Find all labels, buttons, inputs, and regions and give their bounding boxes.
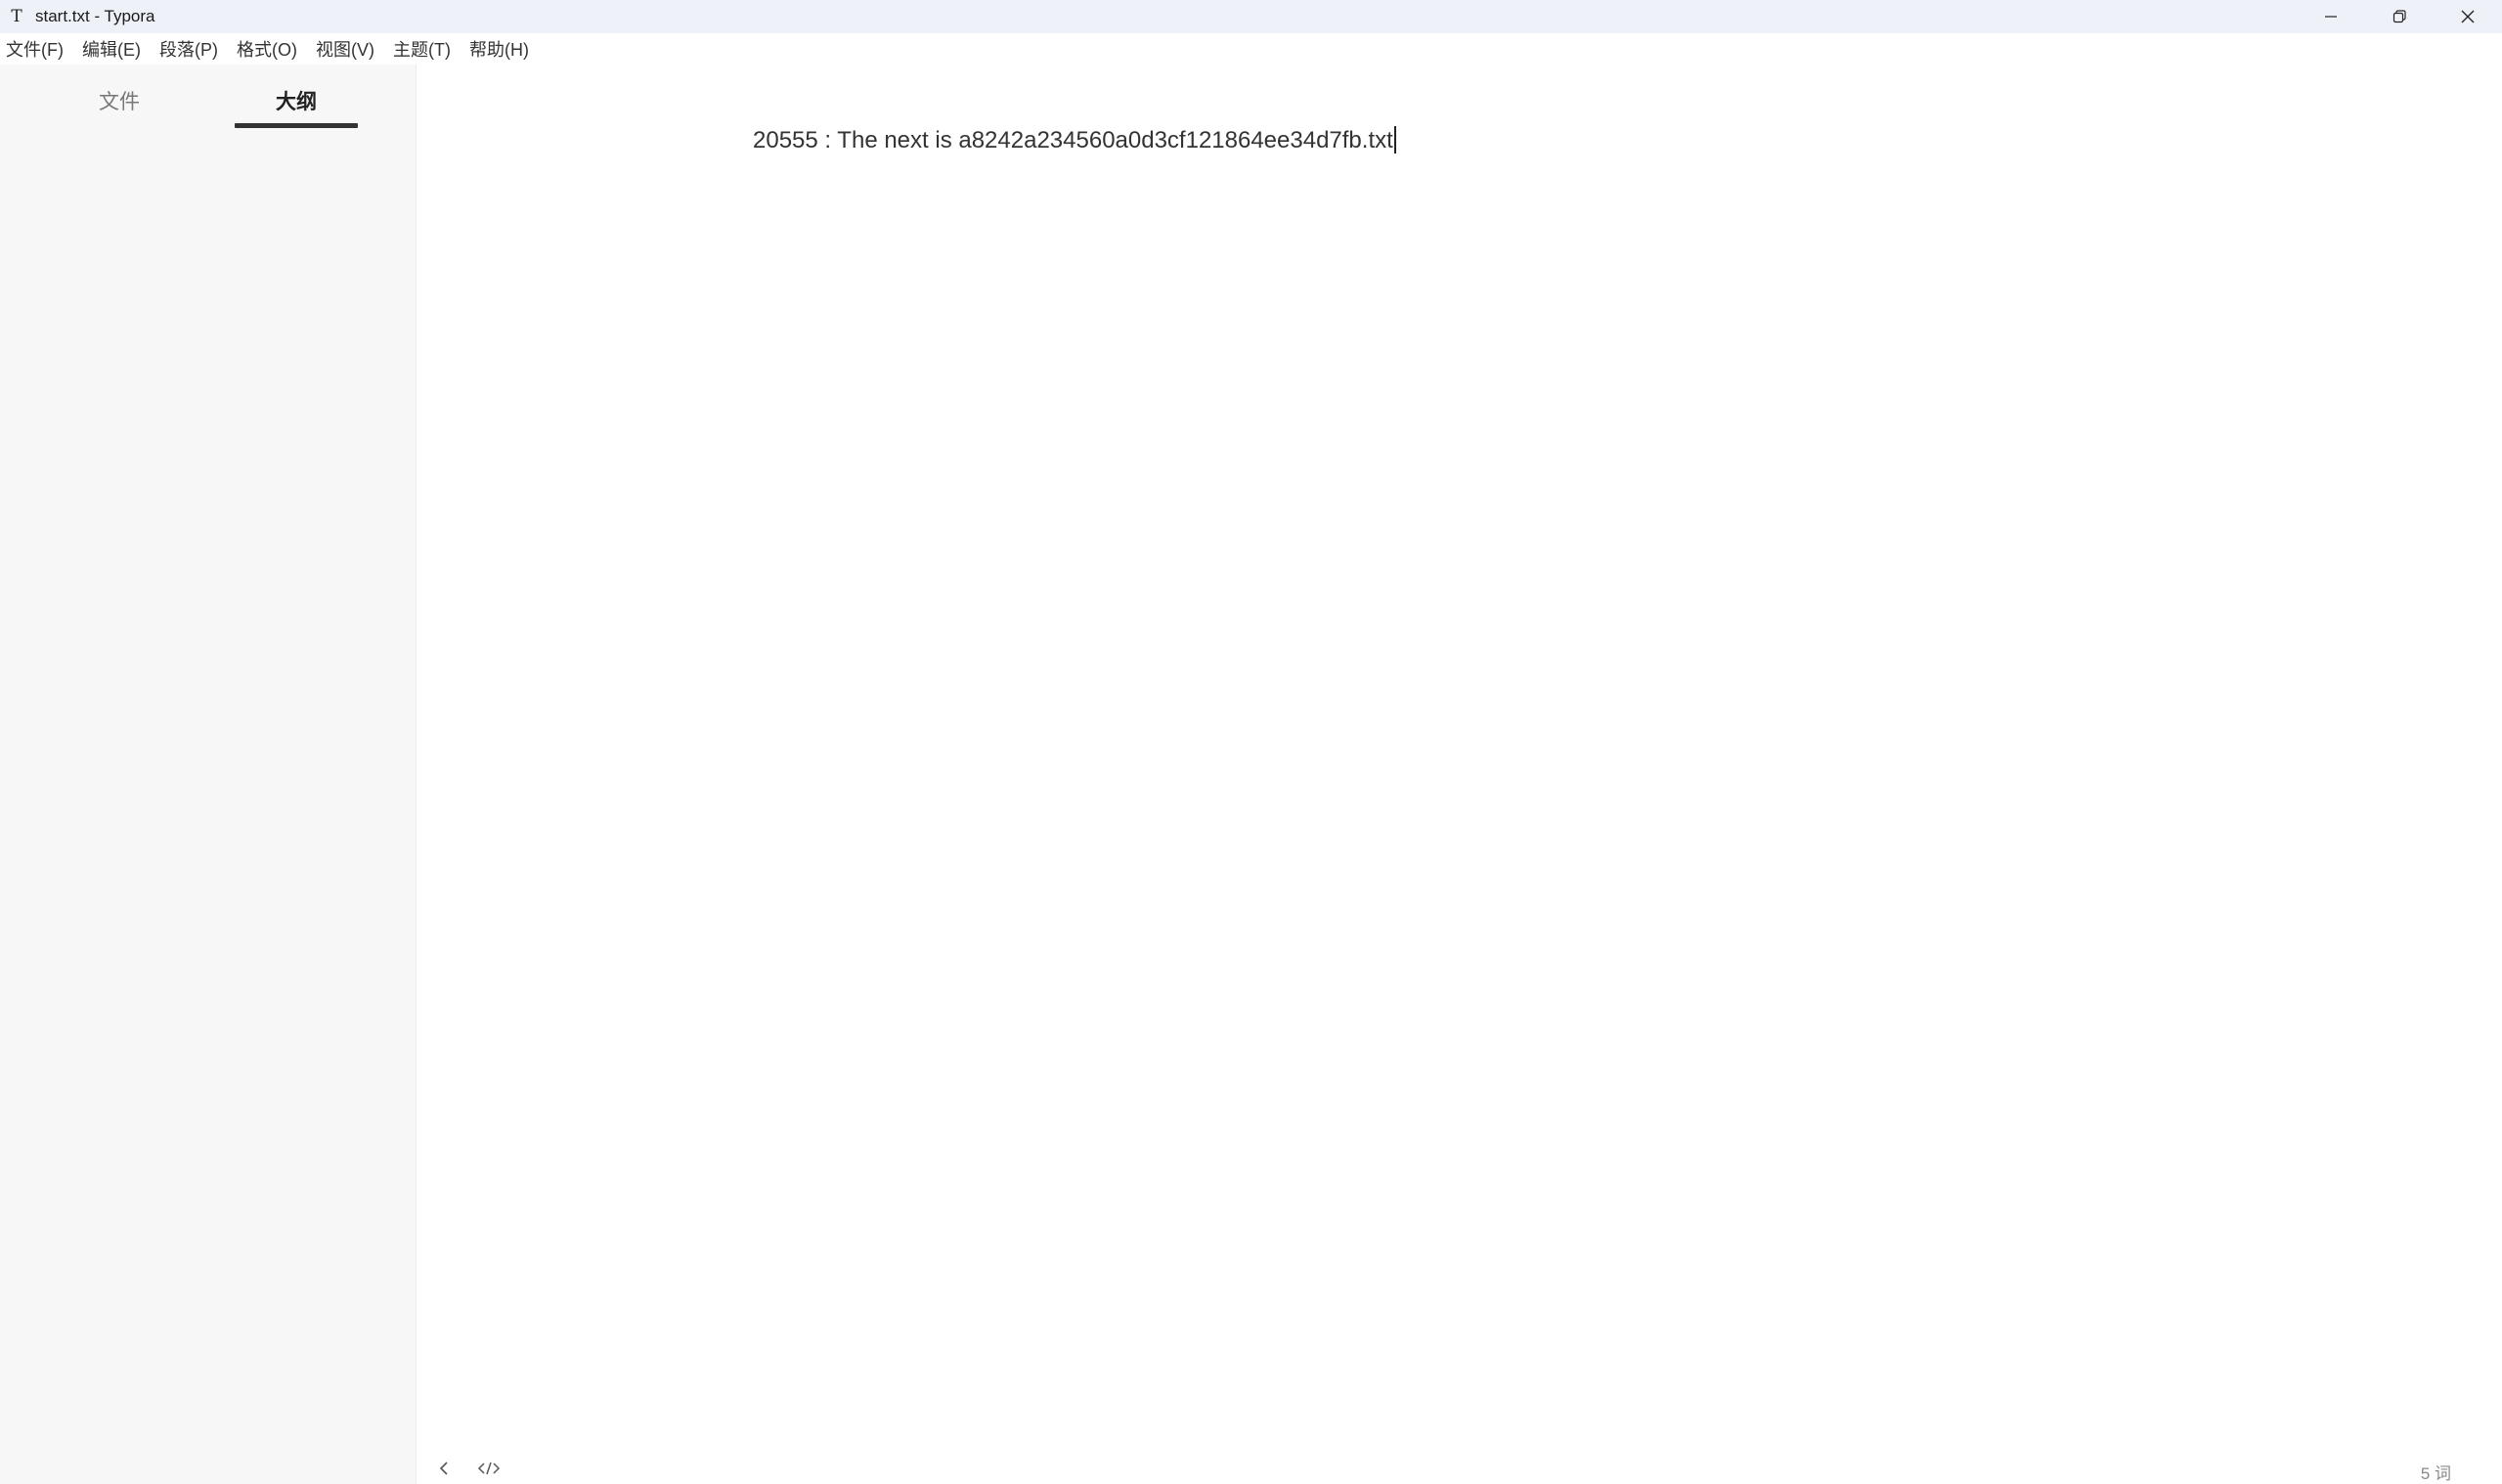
source-code-icon xyxy=(477,1462,501,1475)
document-line[interactable]: 20555 : The next is a8242a234560a0d3cf12… xyxy=(753,126,1396,154)
title-bar: T start.txt - Typora xyxy=(0,0,2502,33)
menu-view[interactable]: 视图(V) xyxy=(316,36,374,62)
menu-edit[interactable]: 编辑(E) xyxy=(82,36,141,62)
tab-outline[interactable]: 大纲 xyxy=(235,86,358,129)
word-count[interactable]: 5 词 xyxy=(2421,1460,2451,1484)
sidebar: 文件 大纲 xyxy=(0,65,417,1484)
menu-help[interactable]: 帮助(H) xyxy=(469,36,529,62)
toggle-sidebar-button[interactable] xyxy=(430,1457,458,1480)
minimize-icon xyxy=(2325,16,2337,18)
menu-format[interactable]: 格式(O) xyxy=(237,36,297,62)
minimize-button[interactable] xyxy=(2297,0,2365,33)
restore-icon xyxy=(2392,10,2406,23)
menu-paragraph[interactable]: 段落(P) xyxy=(159,36,218,62)
menu-bar: 文件(F) 编辑(E) 段落(P) 格式(O) 视图(V) 主题(T) 帮助(H… xyxy=(0,33,2502,65)
menu-theme[interactable]: 主题(T) xyxy=(393,36,451,62)
chevron-left-icon xyxy=(439,1462,448,1475)
document-text: 20555 : The next is a8242a234560a0d3cf12… xyxy=(753,127,1393,153)
restore-button[interactable] xyxy=(2365,0,2434,33)
text-caret xyxy=(1393,126,1396,153)
close-button[interactable] xyxy=(2434,0,2502,33)
source-code-mode-button[interactable] xyxy=(475,1457,503,1480)
sidebar-tabs: 文件 大纲 xyxy=(0,86,417,129)
window-controls xyxy=(2297,0,2502,33)
editor-area[interactable]: 20555 : The next is a8242a234560a0d3cf12… xyxy=(417,65,2502,1484)
status-bar-left xyxy=(430,1457,520,1480)
app-icon: T xyxy=(11,7,22,26)
window-title: start.txt - Typora xyxy=(35,7,155,25)
close-icon xyxy=(2461,10,2475,23)
tab-files[interactable]: 文件 xyxy=(70,86,168,129)
menu-file[interactable]: 文件(F) xyxy=(6,36,64,62)
